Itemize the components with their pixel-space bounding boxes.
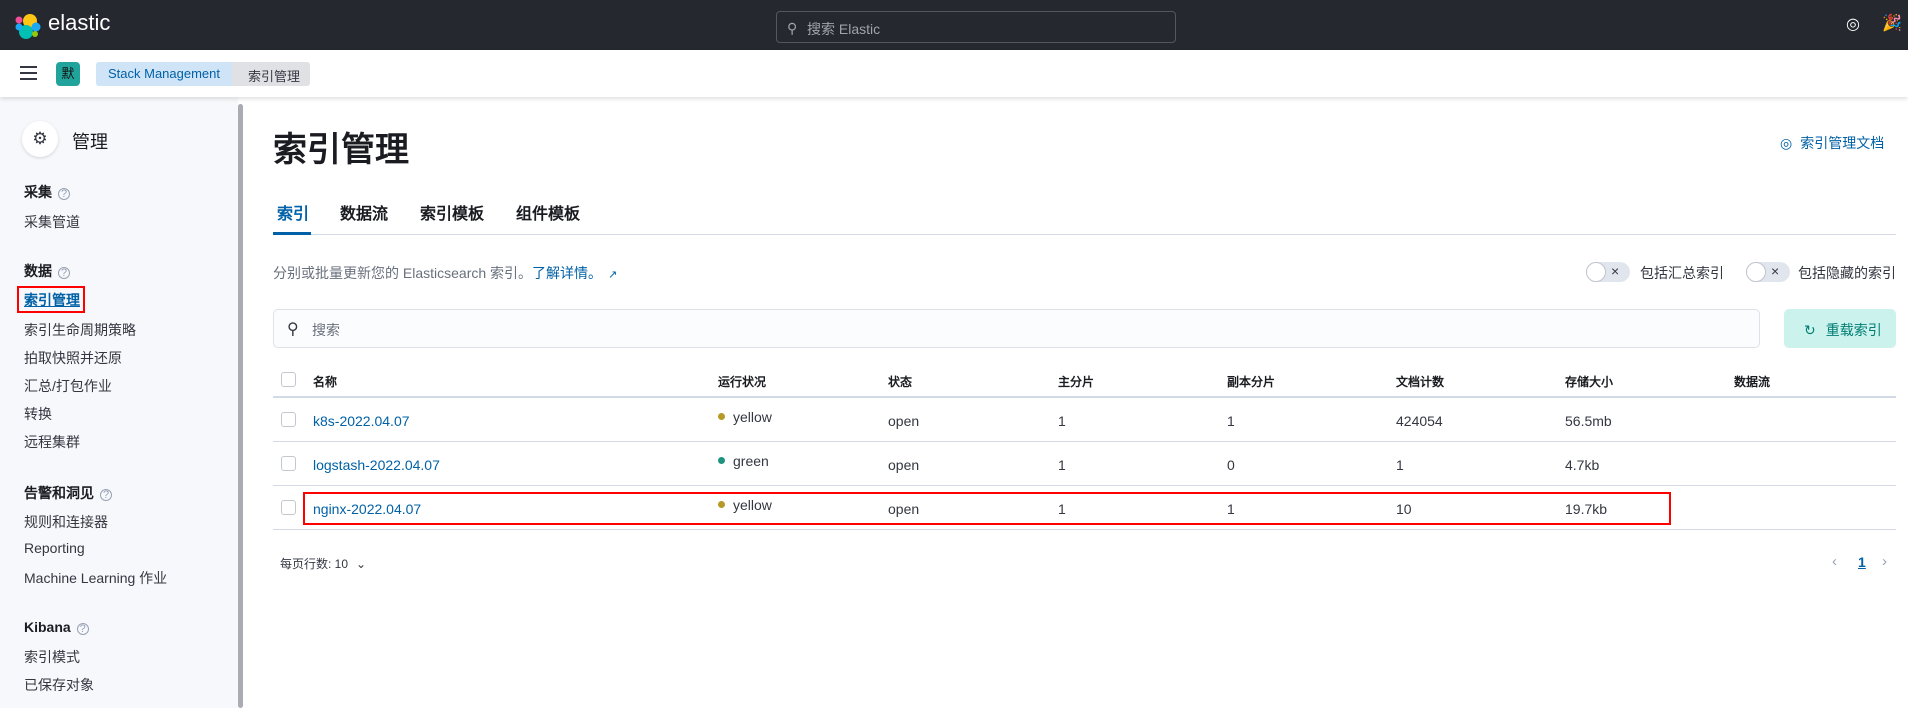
cell-replica: 0 bbox=[1227, 457, 1235, 473]
tab-underline bbox=[273, 232, 311, 235]
cell-docs: 424054 bbox=[1396, 413, 1443, 429]
highlight-box bbox=[303, 492, 1671, 525]
tab-data-streams[interactable]: 数据流 bbox=[340, 200, 388, 224]
docs-link[interactable]: ◎ 索引管理文档 bbox=[1780, 133, 1884, 153]
learn-more-link[interactable]: 了解详情。 bbox=[532, 265, 602, 281]
description: 分别或批量更新您的 Elasticsearch 索引。了解详情。 ↗ bbox=[273, 265, 618, 281]
sidebar-item-saved-objects[interactable]: 已保存对象 bbox=[24, 675, 94, 695]
sidebar-item-rules[interactable]: 规则和连接器 bbox=[24, 512, 108, 532]
news-feed-icon[interactable]: 🎉 bbox=[1882, 13, 1902, 33]
row-checkbox[interactable] bbox=[281, 500, 296, 515]
cell-size: 4.7kb bbox=[1565, 457, 1600, 473]
sidebar-item-ilm[interactable]: 索引生命周期策略 bbox=[24, 320, 136, 340]
page-title: 索引管理 bbox=[273, 131, 409, 169]
cell-status: open bbox=[888, 413, 920, 429]
brand-name: elastic bbox=[48, 10, 111, 35]
include-hidden-label: 包括隐藏的索引 bbox=[1798, 265, 1896, 281]
cell-name[interactable]: k8s-2022.04.07 bbox=[313, 413, 410, 429]
cell-docs: 1 bbox=[1396, 457, 1404, 473]
breadcrumb-bar: 默 Stack Management 索引管理 bbox=[0, 50, 1908, 97]
table-row[interactable] bbox=[273, 441, 1896, 485]
space-avatar[interactable]: 默 bbox=[56, 62, 80, 86]
row-divider bbox=[273, 529, 1896, 530]
sidebar-item-ml-jobs[interactable]: Machine Learning 作业 bbox=[24, 568, 167, 588]
menu-icon[interactable] bbox=[20, 66, 37, 80]
help-icon: ? bbox=[100, 489, 112, 501]
column-header-storage-size[interactable]: 存储大小 bbox=[1565, 373, 1613, 390]
sidebar-section-ingest: 采集? bbox=[24, 182, 70, 202]
help-icon: ? bbox=[58, 267, 70, 279]
sidebar-item-rollup[interactable]: 汇总/打包作业 bbox=[24, 376, 112, 396]
breadcrumb-stack-management[interactable]: Stack Management bbox=[96, 62, 245, 86]
column-header-status[interactable]: 状态 bbox=[888, 373, 912, 390]
sidebar-title: 管理 bbox=[72, 132, 108, 152]
cell-health: green bbox=[718, 453, 769, 469]
cell-status: open bbox=[888, 457, 920, 473]
cross-icon: × bbox=[1611, 263, 1620, 279]
breadcrumb-index-management: 索引管理 bbox=[232, 62, 311, 86]
page-1-button[interactable]: 1 bbox=[1858, 554, 1866, 570]
tab-indices[interactable]: 索引 bbox=[277, 200, 309, 224]
column-header-name[interactable]: 名称 bbox=[313, 373, 337, 390]
external-link-icon: ↗ bbox=[608, 269, 618, 281]
highlight-box bbox=[17, 286, 85, 313]
index-search-input[interactable]: ⚲ 搜索 bbox=[273, 309, 1760, 348]
help-icon: ? bbox=[76, 623, 89, 635]
search-icon: ⚲ bbox=[787, 20, 798, 36]
reload-indices-button[interactable]: ↻ 重载索引 bbox=[1784, 309, 1896, 348]
top-bar: elastic ⚲ 搜索 Elastic ◎ 🎉 bbox=[0, 0, 1908, 50]
sidebar-item-snapshot[interactable]: 拍取快照并还原 bbox=[24, 348, 122, 368]
help-icon[interactable]: ◎ bbox=[1846, 14, 1860, 34]
cell-size: 56.5mb bbox=[1565, 413, 1612, 429]
tab-component-templates[interactable]: 组件模板 bbox=[516, 200, 580, 224]
health-dot-icon bbox=[718, 457, 725, 464]
cell-name[interactable]: logstash-2022.04.07 bbox=[313, 457, 440, 473]
select-all-checkbox[interactable] bbox=[281, 372, 296, 387]
cell-health: yellow bbox=[718, 409, 772, 425]
column-header-health[interactable]: 运行状况 bbox=[718, 373, 766, 390]
include-hidden-toggle[interactable]: × bbox=[1746, 262, 1790, 282]
gear-icon: ⚙ bbox=[22, 121, 58, 157]
sidebar-item-ingest-pipelines[interactable]: 采集管道 bbox=[24, 212, 80, 232]
chevron-down-icon: ⌄ bbox=[356, 557, 367, 571]
cell-primary: 1 bbox=[1058, 457, 1066, 473]
row-checkbox[interactable] bbox=[281, 412, 296, 427]
elastic-logo-icon[interactable] bbox=[15, 13, 41, 39]
search-placeholder: 搜索 bbox=[312, 322, 340, 338]
column-header-docs-count[interactable]: 文档计数 bbox=[1396, 373, 1444, 390]
column-header-data-stream[interactable]: 数据流 bbox=[1734, 373, 1770, 390]
sidebar-item-index-patterns[interactable]: 索引模式 bbox=[24, 647, 80, 667]
health-dot-icon bbox=[718, 413, 725, 420]
sidebar-section-kibana: Kibana? bbox=[24, 619, 89, 635]
row-checkbox[interactable] bbox=[281, 456, 296, 471]
sidebar-item-remote-clusters[interactable]: 远程集群 bbox=[24, 432, 80, 452]
sidebar-section-data: 数据? bbox=[24, 261, 70, 281]
column-header-primaries[interactable]: 主分片 bbox=[1058, 373, 1094, 390]
prev-page-icon[interactable]: ‹ bbox=[1832, 553, 1837, 570]
sidebar-item-reporting[interactable]: Reporting bbox=[24, 540, 85, 556]
column-header-replicas[interactable]: 副本分片 bbox=[1227, 373, 1275, 390]
sidebar-section-alerts: 告警和洞见? bbox=[24, 483, 112, 503]
help-icon: ? bbox=[58, 188, 70, 200]
search-placeholder: 搜索 Elastic bbox=[807, 21, 881, 37]
tab-divider bbox=[273, 234, 1896, 235]
cell-replica: 1 bbox=[1227, 413, 1235, 429]
table-row[interactable] bbox=[273, 397, 1896, 441]
sidebar-item-transform[interactable]: 转换 bbox=[24, 404, 52, 424]
refresh-icon: ↻ bbox=[1804, 322, 1816, 338]
cross-icon: × bbox=[1771, 263, 1780, 279]
global-search-input[interactable]: ⚲ 搜索 Elastic bbox=[776, 11, 1176, 43]
cell-primary: 1 bbox=[1058, 413, 1066, 429]
search-icon: ⚲ bbox=[287, 321, 299, 338]
docs-link-label: 索引管理文档 bbox=[1800, 135, 1885, 151]
rows-per-page-select[interactable]: 每页行数: 10 ⌄ bbox=[280, 555, 366, 572]
help-icon: ◎ bbox=[1780, 135, 1793, 151]
sidebar-scrollbar[interactable] bbox=[238, 104, 243, 708]
tab-index-templates[interactable]: 索引模板 bbox=[420, 200, 484, 224]
next-page-icon[interactable]: › bbox=[1882, 553, 1887, 570]
include-rollup-label: 包括汇总索引 bbox=[1640, 265, 1724, 281]
include-rollup-toggle[interactable]: × bbox=[1586, 262, 1630, 282]
